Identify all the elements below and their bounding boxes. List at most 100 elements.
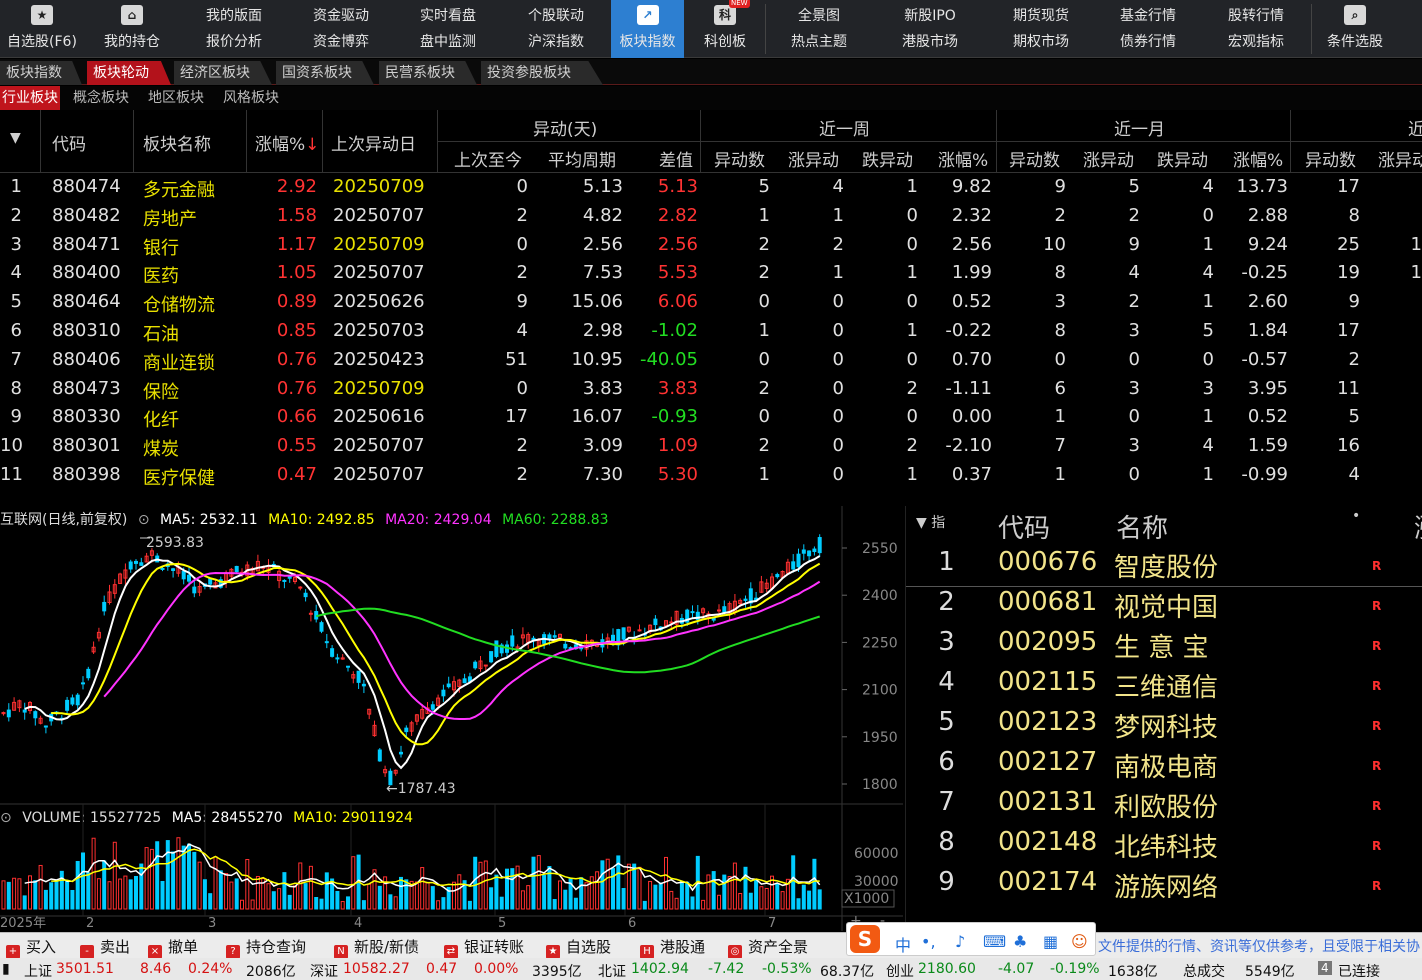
ime-toolbox-icon[interactable]: ▦ bbox=[1043, 932, 1058, 951]
volume-bar bbox=[192, 851, 197, 910]
cell-diff: -40.05 bbox=[639, 348, 698, 370]
ime-skin-icon[interactable]: ♣ bbox=[1013, 932, 1027, 951]
header-stock-code[interactable]: 代码 bbox=[998, 508, 1050, 545]
toolbar-fund-drive-button[interactable]: 资金驱动 资金博弈 bbox=[297, 0, 385, 58]
toolbar-sector-index-button[interactable]: ↗ 板块指数 bbox=[611, 0, 684, 58]
list-item[interactable]: 6 002127 南极电商 R bbox=[906, 747, 1422, 787]
header-month-count[interactable]: 异动数 bbox=[1009, 146, 1060, 171]
header-change-pct[interactable]: 涨幅%↓ bbox=[255, 130, 319, 155]
connection-status[interactable]: 已连接 bbox=[1338, 961, 1380, 980]
header-month-down[interactable]: 跌异动 bbox=[1157, 146, 1208, 171]
cy-label[interactable]: 创业 bbox=[886, 961, 914, 980]
tab-state-owned[interactable]: 国资系板块 bbox=[276, 61, 374, 85]
header-next-up[interactable]: 涨异动 bbox=[1378, 146, 1422, 171]
ime-toolbar[interactable]: S 中 •, ♪ ⌨ ♣ ▦ ☺ bbox=[846, 922, 1096, 956]
header-stock-name[interactable]: 名称 bbox=[1116, 508, 1168, 545]
table-row[interactable]: 5 880464 仓储物流 0.89 20250626 9 15.06 6.06 0 0 0 0.52… bbox=[0, 289, 1422, 318]
table-row[interactable]: 1 880474 多元金融 2.92 20250709 0 5.13 5.13 5 4 1 9.82 9… bbox=[0, 174, 1422, 203]
table-row[interactable]: 7 880406 商业连锁 0.76 20250423 51 10.95 -40.05 0 0 0 0… bbox=[0, 347, 1422, 376]
list-item[interactable]: 2 000681 视觉中国 R bbox=[906, 587, 1422, 627]
tab-economic-zone[interactable]: 经济区板块 bbox=[174, 61, 272, 85]
header-week-count[interactable]: 异动数 bbox=[714, 146, 765, 171]
table-row[interactable]: 4 880400 医药 1.05 20250707 2 7.53 5.53 2 1 1 1.99 8 4 4… bbox=[0, 260, 1422, 289]
sh-label[interactable]: 上证 bbox=[24, 961, 52, 980]
toolbar-stock-link-button[interactable]: 个股联动 沪深指数 bbox=[512, 0, 600, 58]
table-row[interactable]: 8 880473 保险 0.76 20250709 0 3.83 3.83 2 0 2 -1.11 6 3… bbox=[0, 376, 1422, 405]
ime-keyboard-icon[interactable]: ⌨ bbox=[983, 932, 1006, 951]
toolbar-ipo-button[interactable]: 新股IPO 港股市场 bbox=[886, 0, 974, 58]
header-code[interactable]: 代码 bbox=[52, 130, 86, 155]
new-stock-button[interactable]: N 新股/新债 bbox=[334, 936, 419, 959]
table-row[interactable]: 3 880471 银行 1.17 20250709 0 2.56 2.56 2 2 0 2.56 10 9… bbox=[0, 232, 1422, 261]
sell-button[interactable]: - 卖出 bbox=[80, 936, 130, 959]
ime-chinese-mode-icon[interactable]: 中 bbox=[895, 932, 911, 956]
list-item[interactable]: 8 002148 北纬科技 R bbox=[906, 827, 1422, 867]
stock-code: 000676 bbox=[998, 547, 1098, 577]
header-next-count[interactable]: 异动数 bbox=[1305, 146, 1356, 171]
cell-wc: 1 bbox=[758, 204, 770, 226]
sort-indicator[interactable]: ▼ 指 bbox=[916, 512, 945, 532]
list-item[interactable]: 7 002131 利欧股份 R bbox=[906, 787, 1422, 827]
toolbar-stock-screener-button[interactable]: ⌕ 条件选股 bbox=[1318, 0, 1392, 58]
subtab-region[interactable]: 地区板块 bbox=[148, 86, 204, 110]
stock-name: 梦网科技 bbox=[1114, 713, 1219, 743]
table-row[interactable]: 6 880310 石油 0.85 20250703 4 2.98 -1.02 1 0 1 -0.22 8… bbox=[0, 318, 1422, 347]
header-month-pct[interactable]: 涨幅% bbox=[1233, 146, 1283, 171]
toolbar-watchlist-button[interactable]: ★ 自选股(F6) bbox=[0, 0, 84, 58]
asset-overview-button[interactable]: ◎ 资产全景 bbox=[728, 936, 808, 959]
header-week-up[interactable]: 涨异动 bbox=[788, 146, 839, 171]
tab-sector-index[interactable]: 板块指数 bbox=[0, 61, 82, 85]
ime-mascot-icon[interactable]: ☺ bbox=[1071, 932, 1088, 951]
table-row[interactable]: 10 880301 煤炭 0.55 20250707 2 3.09 1.09 2 0 2 -2.10 7… bbox=[0, 433, 1422, 462]
position-query-button[interactable]: ? 持仓查询 bbox=[226, 936, 306, 959]
toolbar-my-layout-button[interactable]: 我的版面 报价分析 bbox=[190, 0, 278, 58]
tab-private[interactable]: 民营系板块 bbox=[379, 61, 477, 85]
tab-sector-rotation[interactable]: 板块轮动 bbox=[87, 61, 171, 85]
buy-button[interactable]: + 买入 bbox=[6, 936, 56, 959]
cell-diff: -1.02 bbox=[651, 320, 698, 341]
sogou-logo-icon[interactable]: S bbox=[850, 925, 880, 953]
ytick-label: 2400 bbox=[862, 588, 898, 604]
list-item[interactable]: 9 002174 游族网络 R bbox=[906, 867, 1422, 907]
header-diff[interactable]: 差值 bbox=[659, 146, 693, 171]
hk-connect-button[interactable]: H 港股通 bbox=[640, 936, 705, 959]
toolbar-panorama-button[interactable]: 全景图 热点主题 bbox=[775, 0, 863, 58]
subtab-style[interactable]: 风格板块 bbox=[223, 86, 279, 110]
header-week-pct[interactable]: 涨幅% bbox=[938, 146, 988, 171]
header-more[interactable]: 涨 bbox=[1414, 508, 1422, 545]
cancel-order-button[interactable]: × 撤单 bbox=[148, 936, 198, 959]
header-avg-cycle[interactable]: 平均周期 bbox=[548, 146, 616, 171]
list-item[interactable]: 1 000676 智度股份 R bbox=[906, 547, 1422, 587]
list-item[interactable]: 3 002095 生 意 宝 R bbox=[906, 627, 1422, 667]
tab-investment[interactable]: 投资参股板块 bbox=[481, 61, 603, 85]
subtab-industry[interactable]: 行业板块 bbox=[0, 86, 60, 110]
table-row[interactable]: 2 880482 房地产 1.58 20250707 2 4.82 2.82 1 1 0 2.32 2 2… bbox=[0, 203, 1422, 232]
column-menu-icon[interactable]: ▼ bbox=[10, 130, 21, 146]
header-last-anomaly[interactable]: 上次异动日 bbox=[331, 130, 416, 155]
ma20-line bbox=[103, 571, 821, 720]
table-row[interactable]: 11 880398 医疗保健 0.47 20250707 2 7.30 5.30 1 0 1 0.37… bbox=[0, 462, 1422, 491]
list-item[interactable]: 5 002123 梦网科技 R bbox=[906, 707, 1422, 747]
ime-punct-icon[interactable]: •, bbox=[921, 932, 936, 951]
volume-bar bbox=[250, 899, 255, 910]
toolbar-futures-button[interactable]: 期货现货 期权市场 bbox=[996, 0, 1086, 58]
bank-transfer-button[interactable]: ⇄ 银证转账 bbox=[444, 936, 524, 959]
header-week-down[interactable]: 跌异动 bbox=[862, 146, 913, 171]
toolbar-neeq-button[interactable]: 股转行情 宏观指标 bbox=[1211, 0, 1301, 58]
header-sector-name[interactable]: 板块名称 bbox=[143, 130, 211, 155]
table-row[interactable]: 9 880330 化纤 0.66 20250616 17 16.07 -0.93 0 0 0 0.00… bbox=[0, 404, 1422, 433]
bz-label[interactable]: 北证 bbox=[598, 961, 626, 980]
ime-mic-icon[interactable]: ♪ bbox=[955, 932, 965, 951]
toolbar-fund-button[interactable]: 基金行情 债券行情 bbox=[1103, 0, 1193, 58]
toolbar-star-market-button[interactable]: 科 NEW 科创板 bbox=[690, 0, 760, 58]
chart-line-icon: ↗ bbox=[636, 5, 659, 25]
toolbar-holdings-button[interactable]: ⌂ 我的持仓 bbox=[88, 0, 176, 58]
header-since[interactable]: 上次至今 bbox=[454, 146, 522, 171]
kline-chart-panel[interactable]: 互联网(日线,前复权) ⊙ MA5: 2532.11 MA10: 2492.85… bbox=[0, 506, 903, 931]
watchlist-action-button[interactable]: ★ 自选股 bbox=[546, 936, 611, 959]
header-month-up[interactable]: 涨异动 bbox=[1083, 146, 1134, 171]
subtab-concept[interactable]: 概念板块 bbox=[73, 86, 129, 110]
sz-label[interactable]: 深证 bbox=[310, 961, 338, 980]
toolbar-realtime-button[interactable]: 实时看盘 盘中监测 bbox=[404, 0, 492, 58]
list-item[interactable]: 4 002115 三维通信 R bbox=[906, 667, 1422, 707]
